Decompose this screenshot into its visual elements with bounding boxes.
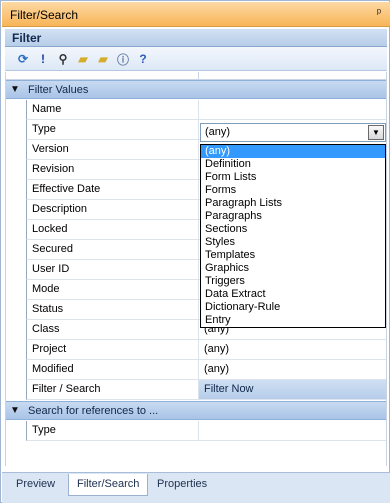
dropdown-option[interactable]: Entry <box>201 314 385 327</box>
property-name: Effective Date <box>26 180 198 200</box>
bottom-tab-bar: Preview Filter/Search Properties <box>2 472 390 503</box>
row-gutter <box>6 160 26 180</box>
property-row[interactable]: Project (any) <box>6 340 386 360</box>
property-name: Modified <box>26 360 198 380</box>
dropdown-option[interactable]: Forms <box>201 184 385 197</box>
property-name: Type <box>26 421 198 441</box>
row-gutter <box>6 280 26 300</box>
row-gutter <box>6 240 26 260</box>
type-combobox[interactable]: (any) ▼ <box>200 123 386 142</box>
dropdown-option[interactable]: Dictionary-Rule <box>201 301 385 314</box>
folder-icon[interactable]: ▰ <box>95 51 111 67</box>
grid-top-strip <box>6 72 386 80</box>
dropdown-option[interactable]: (any) <box>201 145 385 158</box>
dropdown-option[interactable]: Paragraph Lists <box>201 197 385 210</box>
binoculars-icon[interactable]: ⚲ <box>55 51 71 67</box>
reference-row[interactable]: Type <box>6 421 386 441</box>
type-dropdown-list[interactable]: (any) Definition Form Lists Forms Paragraph … <box>200 144 386 328</box>
dropdown-option[interactable]: Triggers <box>201 275 385 288</box>
property-name: Mode <box>26 280 198 300</box>
row-gutter <box>6 340 26 360</box>
property-name: Locked <box>26 220 198 240</box>
tab-preview[interactable]: Preview <box>8 474 63 496</box>
window-title: Filter/Search <box>10 8 79 22</box>
property-name: Class <box>26 320 198 340</box>
dropdown-option[interactable]: Styles <box>201 236 385 249</box>
property-row[interactable]: Filter / Search Filter Now <box>6 380 386 400</box>
panel-title: Filter <box>12 31 42 45</box>
dropdown-option[interactable]: Data Extract <box>201 288 385 301</box>
section-label: Filter Values <box>28 84 89 96</box>
row-gutter <box>6 180 26 200</box>
dropdown-option[interactable]: Paragraphs <box>201 210 385 223</box>
property-name: Description <box>26 200 198 220</box>
property-name: User ID <box>26 260 198 280</box>
filter-now-button[interactable]: Filter Now <box>198 380 386 400</box>
dropdown-option[interactable]: Sections <box>201 223 385 236</box>
property-name: Status <box>26 300 198 320</box>
property-name: Filter / Search <box>26 380 198 400</box>
property-name: Secured <box>26 240 198 260</box>
exclamation-icon[interactable]: ! <box>35 51 51 67</box>
dropdown-arrow-icon[interactable]: ▼ <box>368 125 384 140</box>
dropdown-option[interactable]: Graphics <box>201 262 385 275</box>
property-name: Project <box>26 340 198 360</box>
property-name: Name <box>26 100 198 120</box>
window-titlebar: Filter/Search ᵖ <box>2 2 390 27</box>
tab-properties[interactable]: Properties <box>149 474 215 496</box>
property-row[interactable]: Modified (any) <box>6 360 386 380</box>
refresh-icon[interactable]: ⟳ <box>15 51 31 67</box>
row-gutter <box>6 300 26 320</box>
row-gutter <box>6 100 26 120</box>
panel-header: Filter <box>5 29 387 47</box>
property-row[interactable]: Name <box>6 100 386 120</box>
help-icon[interactable]: ? <box>135 51 151 67</box>
tab-filter-search[interactable]: Filter/Search <box>68 474 149 496</box>
property-value[interactable] <box>198 421 386 441</box>
row-gutter <box>6 360 26 380</box>
property-name: Revision <box>26 160 198 180</box>
property-value[interactable]: (any) <box>198 340 386 360</box>
property-value[interactable] <box>198 100 386 120</box>
section-filter-values[interactable]: ▼ Filter Values <box>6 80 386 99</box>
toolbar: ⟳! ⚲ ▰ ▰ ⓘ? <box>5 47 387 71</box>
row-gutter <box>6 220 26 240</box>
filter-search-window: Filter/Search ᵖ Filter ⟳! ⚲ ▰ ▰ ⓘ? ▼ Filter … <box>0 0 390 503</box>
row-gutter <box>6 421 26 441</box>
section-search-references[interactable]: ▼ Search for references to ... <box>6 401 386 420</box>
property-name: Version <box>26 140 198 160</box>
row-gutter <box>6 260 26 280</box>
section-label: Search for references to ... <box>28 405 159 417</box>
type-combobox-value: (any) <box>205 126 231 138</box>
dropdown-option[interactable]: Definition <box>201 158 385 171</box>
collapse-arrow-icon[interactable]: ▼ <box>10 84 20 95</box>
property-grid: ▼ Filter Values Name Type Version Revision E… <box>5 72 387 466</box>
property-value[interactable]: (any) <box>198 360 386 380</box>
row-gutter <box>6 140 26 160</box>
info-icon[interactable]: ⓘ <box>115 51 131 67</box>
row-gutter <box>6 200 26 220</box>
pin-icon[interactable]: ᵖ <box>377 7 381 19</box>
dropdown-option[interactable]: Templates <box>201 249 385 262</box>
collapse-arrow-icon[interactable]: ▼ <box>10 405 20 416</box>
property-name: Type <box>26 120 198 140</box>
dropdown-option[interactable]: Form Lists <box>201 171 385 184</box>
row-gutter <box>6 320 26 340</box>
folder-open-icon[interactable]: ▰ <box>75 51 91 67</box>
row-gutter <box>6 120 26 140</box>
row-gutter <box>6 380 26 400</box>
